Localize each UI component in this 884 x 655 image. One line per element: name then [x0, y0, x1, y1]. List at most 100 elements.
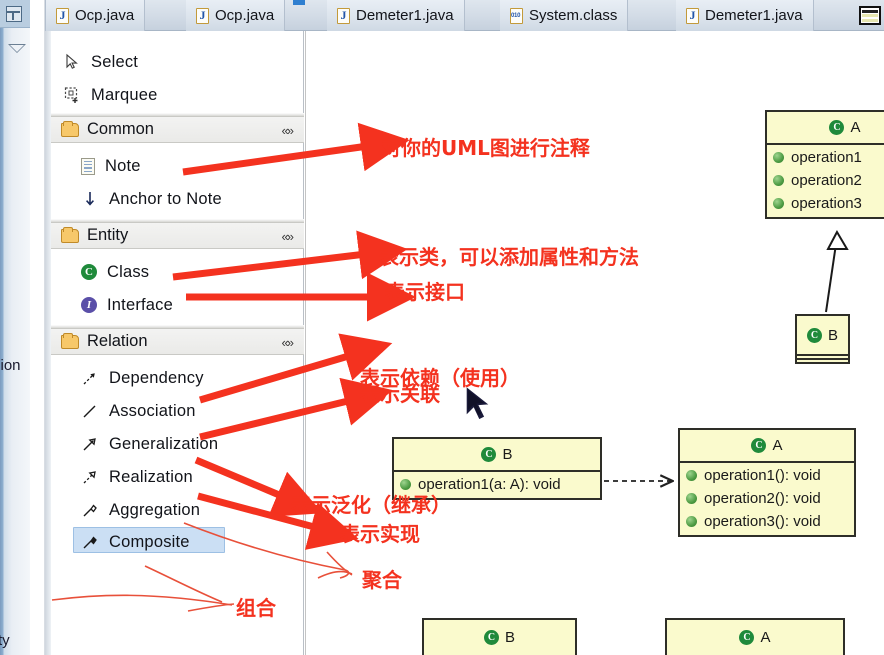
tab-list-menu-icon[interactable]	[859, 6, 881, 25]
chevron-collapse-icon[interactable]: «»	[282, 229, 295, 244]
uml-class-a-right[interactable]: C A operation1(): void operation2(): voi…	[678, 428, 856, 537]
tab-demeter1-java-1[interactable]: Demeter1.java	[327, 0, 465, 31]
uml-class-b-bottom[interactable]: C B	[422, 618, 577, 655]
public-member-icon	[773, 152, 784, 163]
class-circle-icon: C	[806, 327, 822, 343]
uml-operation-label: operation3	[791, 195, 862, 212]
public-member-icon	[773, 175, 784, 186]
interface-circle-icon: I	[81, 297, 97, 313]
uml-operation-label: operation2(): void	[704, 490, 821, 507]
canvas-left-border	[305, 31, 306, 655]
folder-icon	[61, 332, 79, 349]
uml-class-name: A	[772, 437, 783, 454]
uml-operation[interactable]: operation2	[767, 169, 884, 192]
uml-class-b-midright[interactable]: C B	[795, 314, 850, 356]
annotation-class-text: 表示类，可以添加属性和方法	[379, 245, 639, 269]
class-file-icon	[510, 7, 523, 24]
folder-icon	[61, 120, 79, 137]
uml-class-title: C A	[667, 620, 843, 654]
palette-tool-marquee[interactable]: Marquee	[63, 80, 158, 110]
tab-ocp-java-1[interactable]: Ocp.java	[45, 0, 146, 31]
tab-label: Demeter1.java	[705, 7, 803, 24]
uml-class-title: C B	[424, 620, 575, 654]
palette-group-label: Relation	[87, 332, 148, 350]
public-member-icon	[686, 516, 697, 527]
palette-item-note[interactable]: Note	[81, 151, 141, 181]
uml-class-name: B	[504, 628, 515, 646]
left-clipped-panel: rsion ility	[0, 0, 30, 655]
palette-item-label: Composite	[109, 532, 190, 551]
chevron-collapse-icon[interactable]: «»	[282, 335, 295, 350]
palette-item-realization[interactable]: Realization	[81, 462, 193, 492]
uml-operation-label: operation1(): void	[704, 467, 821, 484]
panel-gap	[30, 0, 45, 655]
uml-operation[interactable]: operation1	[767, 146, 884, 169]
left-panel-clipped-text-top: rsion	[0, 357, 21, 374]
realization-arrow-icon	[81, 468, 99, 486]
annotation-generalization-text: 表示泛化（继承）	[291, 493, 451, 517]
tab-system-class[interactable]: System.class	[500, 0, 629, 31]
palette-item-label: Class	[107, 262, 150, 281]
public-member-icon	[773, 198, 784, 209]
palette-item-label: Anchor to Note	[109, 189, 222, 208]
aggregation-diamond-icon	[81, 501, 99, 519]
uml-operation-label: operation2	[791, 172, 862, 189]
palette-item-label: Aggregation	[109, 500, 201, 519]
public-member-icon	[686, 493, 697, 504]
uml-class-name: B	[827, 326, 838, 344]
class-circle-icon: C	[829, 120, 845, 135]
annotation-interface-text: 表示接口	[385, 280, 465, 304]
palette-item-anchor-to-note[interactable]: Anchor to Note	[81, 184, 222, 214]
cursor-icon	[63, 53, 81, 71]
uml-operations-list: operation1 operation2 operation3	[767, 144, 884, 217]
uml-operation-label: operation3(): void	[704, 513, 821, 530]
palette-item-class[interactable]: C Class	[81, 257, 149, 287]
palette-item-composite[interactable]: Composite	[81, 527, 190, 557]
uml-operation[interactable]: operation1(): void	[680, 464, 854, 487]
uml-class-title: C B	[394, 439, 600, 471]
chevron-collapse-icon[interactable]: «»	[282, 123, 295, 138]
palette-item-label: Interface	[107, 295, 174, 314]
uml-class-title: C A	[767, 112, 884, 144]
tab-label: Demeter1.java	[356, 7, 454, 24]
palette-item-label: Dependency	[109, 368, 204, 387]
java-file-icon	[337, 7, 350, 24]
tab-demeter1-java-2[interactable]: Demeter1.java	[676, 0, 814, 31]
uml-class-name: A	[760, 628, 771, 646]
palette-tool-label: Marquee	[91, 85, 158, 104]
app-window: rsion ility Ocp.java Ocp.java Demeter1.j…	[0, 0, 884, 655]
uml-class-name: B	[502, 446, 513, 463]
palette-item-generalization[interactable]: Generalization	[81, 429, 218, 459]
left-panel-header	[0, 0, 30, 28]
palette-tool-select[interactable]: Select	[63, 47, 138, 77]
palette-item-aggregation[interactable]: Aggregation	[81, 495, 200, 525]
palette-item-association[interactable]: Association	[81, 396, 196, 426]
palette-group-relation[interactable]: Relation «»	[51, 328, 304, 355]
uml-class-a-bottom[interactable]: C A	[665, 618, 845, 655]
uml-class-a-topright[interactable]: C A operation1 operation2 operation3	[765, 110, 884, 219]
class-circle-icon: C	[481, 447, 497, 462]
collapse-triangle-inner-icon	[10, 45, 24, 52]
active-tab-indicator	[293, 0, 305, 5]
palette-item-interface[interactable]: I Interface	[81, 290, 173, 320]
generalization-arrow-icon	[81, 435, 99, 453]
palette-group-entity[interactable]: Entity «»	[51, 222, 304, 249]
view-menu-icon[interactable]	[6, 6, 22, 22]
palette-item-dependency[interactable]: Dependency	[81, 363, 204, 393]
tab-label: System.class	[529, 7, 618, 24]
uml-class-title: C A	[680, 430, 854, 462]
uml-operation[interactable]: operation3	[767, 192, 884, 215]
anchor-arrow-icon	[81, 190, 99, 208]
palette-item-label: Association	[109, 401, 196, 420]
uml-operation[interactable]: operation3(): void	[680, 510, 854, 533]
palette-item-label: Realization	[109, 467, 193, 486]
uml-operations-list: operation1(): void operation2(): void op…	[680, 462, 854, 535]
annotation-note-text: 对你的UML图进行注释	[381, 136, 590, 160]
tab-ocp-java-2[interactable]: Ocp.java	[186, 0, 286, 31]
uml-palette: Select Marquee Common «» Note Anchor to …	[45, 31, 304, 655]
uml-operation[interactable]: operation2(): void	[680, 487, 854, 510]
palette-group-common[interactable]: Common «»	[51, 116, 304, 143]
dependency-arrow-icon	[81, 369, 99, 387]
class-circle-icon: C	[483, 629, 499, 645]
uml-operation-label: operation1	[791, 149, 862, 166]
